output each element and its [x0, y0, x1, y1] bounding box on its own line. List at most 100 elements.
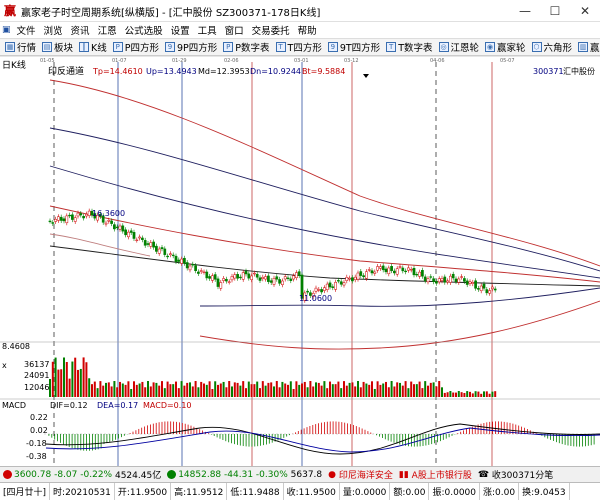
volume-bar: [57, 369, 60, 397]
volume-bar: [387, 387, 390, 397]
volume-bar: [483, 391, 485, 397]
candle-body: [468, 281, 472, 284]
tool-p-table[interactable]: P P数字表: [220, 40, 272, 54]
tool-9p-square[interactable]: 9 9P四方形: [162, 40, 220, 54]
menu-tools[interactable]: 工具: [194, 23, 221, 37]
volume-bar: [401, 385, 404, 397]
volume-bar: [169, 384, 172, 397]
candle-body: [107, 220, 111, 222]
tool-winner-stock[interactable]: ▥赢家股务: [575, 40, 600, 54]
volume-bar: [373, 388, 376, 397]
volume-bar: [51, 361, 54, 397]
candle-body: [278, 279, 281, 284]
menu-settings[interactable]: 设置: [167, 23, 194, 37]
volume-bar: [261, 381, 264, 397]
tool-gann-wheel[interactable]: ◎ 江恩轮: [436, 40, 483, 54]
candle-body: [491, 286, 494, 290]
volume-bar: [281, 381, 284, 397]
menu-trade[interactable]: 交易委托: [248, 23, 294, 37]
volume-bar: [368, 384, 371, 397]
bar-icon: ▮▮: [398, 469, 412, 480]
news-item-2[interactable]: ▮▮ A股上市银行股: [396, 468, 475, 482]
kline-chart-svg[interactable]: 01-05 01-07 01-29 02-06 03-01 03-12 04-06 05-07…: [0, 56, 600, 466]
tick-detail[interactable]: ☎ 收300371分笔: [475, 468, 556, 482]
volume-bar: [60, 369, 63, 397]
candle-body: [68, 214, 71, 217]
high-value: 高:11.9512: [171, 483, 228, 500]
menu-formula[interactable]: 公式选股: [121, 23, 167, 37]
md-value: Md=12.3953: [198, 67, 250, 76]
tool-sector[interactable]: ▤ 板块: [39, 40, 76, 54]
candle-body: [124, 229, 127, 236]
candle-body: [348, 277, 351, 280]
candle-body: [227, 281, 231, 283]
volume-bar: [329, 381, 331, 397]
candle-body: [233, 274, 237, 279]
tool-winner-wheel[interactable]: ◉ 赢家轮: [482, 40, 529, 54]
candle-body: [351, 277, 354, 282]
lunar-date: [四月廿十]: [0, 483, 51, 500]
tool-9t-square[interactable]: 9 9T四方形: [325, 40, 383, 54]
amount-value: 额:0.00: [390, 483, 430, 500]
candle-body: [149, 242, 153, 247]
volume-bar: [275, 381, 278, 397]
volume-bar: [236, 382, 239, 397]
candle-body: [267, 275, 270, 282]
candle-body: [160, 247, 164, 250]
candle-body: [306, 290, 309, 293]
candle-body: [379, 266, 382, 269]
candle-body: [451, 273, 455, 279]
quote-status-bar: [四月廿十] 时:20210531 开:11.9500 高:11.9512 低:…: [0, 482, 600, 500]
candle-body: [104, 222, 108, 225]
candle-body: [127, 231, 130, 238]
menu-browse[interactable]: 浏览: [40, 23, 67, 37]
candle-body: [146, 243, 150, 245]
candle-body: [253, 272, 256, 275]
candle-body: [244, 270, 248, 275]
candle-body: [337, 280, 340, 282]
volume-bar: [354, 386, 357, 397]
candle-body: [460, 276, 463, 278]
menu-window[interactable]: 窗口: [221, 23, 248, 37]
date-tick-label: 01-29: [172, 58, 187, 64]
sh-index[interactable]: 3600.78 -8.07 -0.22% 4524.45亿: [0, 468, 164, 481]
tool-t-table[interactable]: T T数字表: [383, 40, 435, 54]
high-price-label: 16.3600: [92, 209, 125, 218]
candle-body: [395, 268, 399, 275]
volume-bar: [334, 384, 337, 397]
tool-t-square[interactable]: T T四方形: [273, 40, 325, 54]
tool-quotes[interactable]: ▦ 行情: [2, 40, 39, 54]
candle-body: [412, 267, 416, 276]
volume-bar: [161, 381, 163, 397]
close-button[interactable]: ✕: [570, 0, 600, 22]
menu-news[interactable]: 资讯: [67, 23, 94, 37]
open-value: 开:11.9500: [115, 483, 172, 500]
maximize-button[interactable]: ☐: [540, 0, 570, 22]
candle-body: [51, 222, 55, 224]
menu-help[interactable]: 帮助: [294, 23, 321, 37]
candle-body: [426, 278, 430, 283]
candle-body: [113, 224, 116, 230]
volume-bar: [124, 384, 127, 397]
menu-gann[interactable]: 江恩: [94, 23, 121, 37]
volume-bar: [421, 388, 424, 397]
volume-bar: [452, 392, 455, 397]
candle-body: [479, 285, 483, 292]
candle-body: [163, 248, 167, 255]
menu-file[interactable]: 文件: [13, 23, 40, 37]
volume-bar: [233, 382, 236, 397]
volume-bar: [320, 385, 323, 397]
minimize-button[interactable]: —: [510, 0, 540, 22]
sz-index[interactable]: 14852.88 -44.31 -0.30% 5637.8: [164, 470, 325, 480]
chart-area[interactable]: 01-05 01-07 01-29 02-06 03-01 03-12 04-06 05-07…: [0, 56, 600, 466]
candle-body: [138, 236, 141, 239]
candle-body: [292, 275, 295, 280]
tool-p-square[interactable]: P P四方形: [110, 40, 162, 54]
news-item-1[interactable]: ● 印尼海洋安全: [325, 468, 396, 482]
turnover-value: 换:9.0453: [519, 483, 570, 500]
tool-kline[interactable]: ┃ K线: [76, 40, 110, 54]
menu-bar: ▣ 文件 浏览 资讯 江恩 公式选股 设置 工具 窗口 交易委托 帮助: [0, 22, 600, 38]
volume-bar: [485, 391, 488, 397]
tool-hexagon[interactable]: ⬡ 六角形: [529, 40, 576, 54]
macd-value: MACD=0.10: [143, 401, 192, 410]
